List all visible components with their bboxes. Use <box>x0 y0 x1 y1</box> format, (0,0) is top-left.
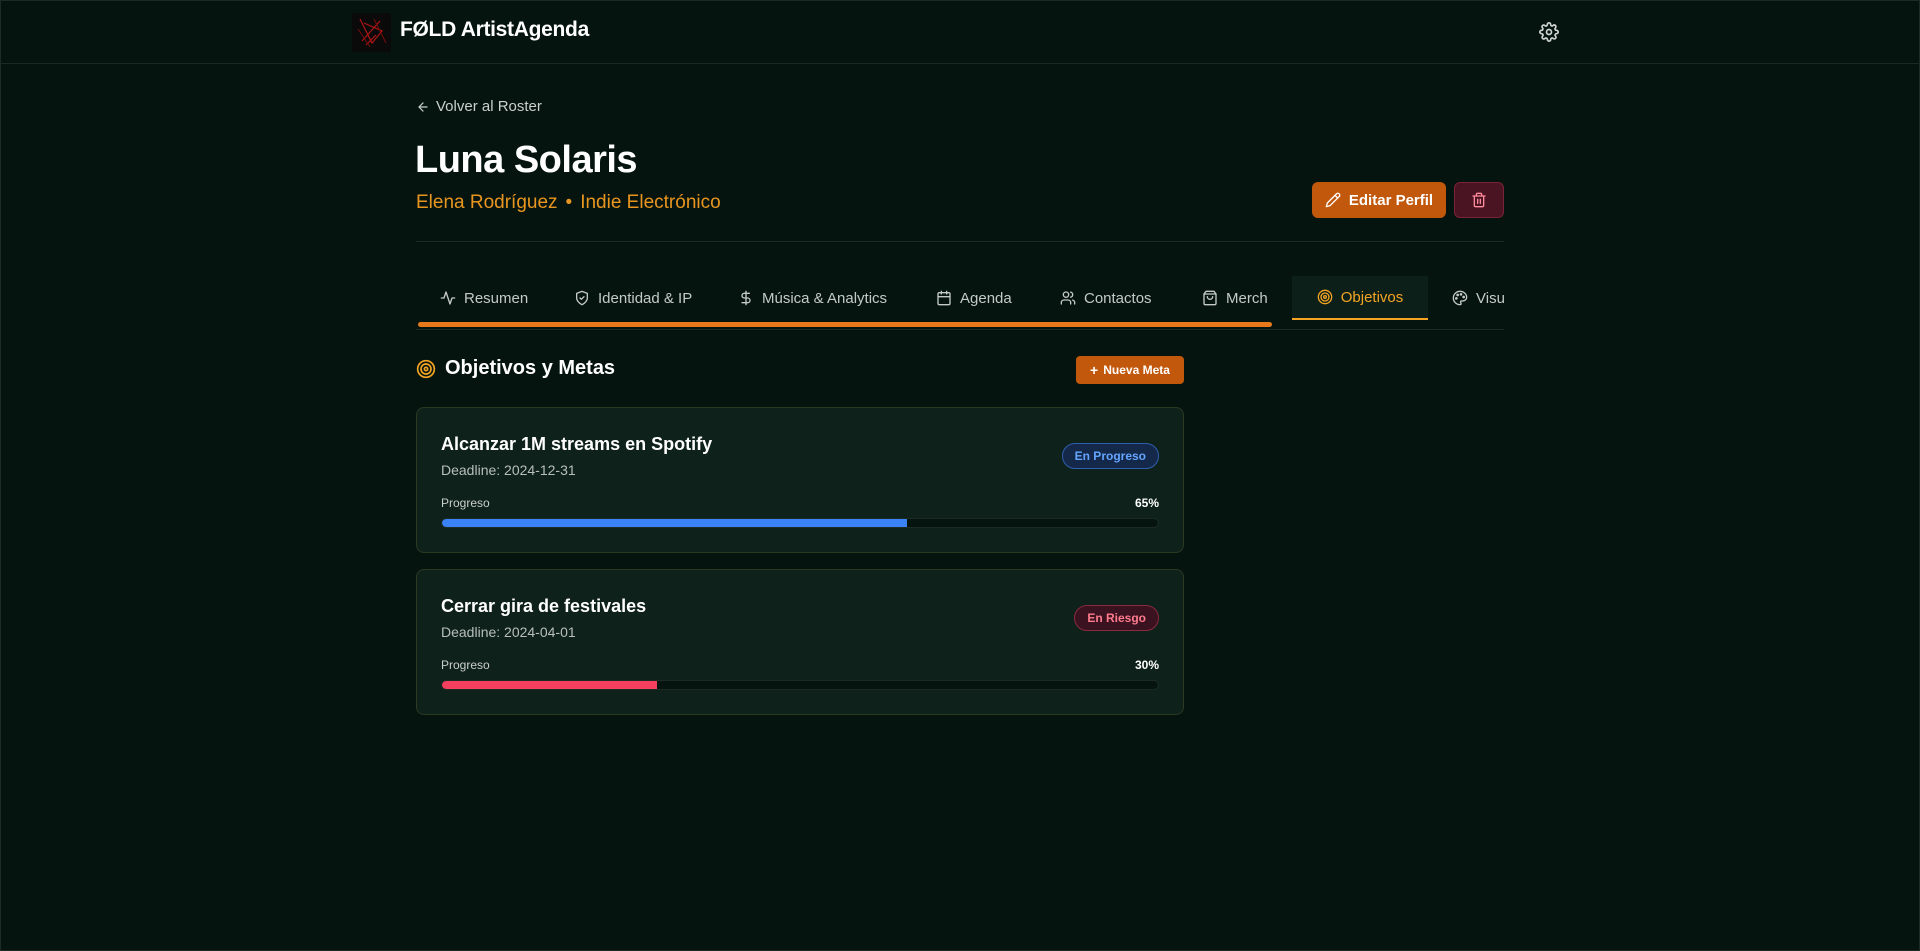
tab-label: Música & Analytics <box>762 289 888 307</box>
app-logo[interactable] <box>352 13 391 52</box>
top-bar: FØLD ArtistAgenda <box>0 0 1920 64</box>
tab-contactos[interactable]: Contactos <box>1060 276 1152 320</box>
tab-label: Merch <box>1226 289 1268 307</box>
plus-icon: + <box>1090 362 1099 378</box>
progress-value: 65% <box>1134 496 1159 510</box>
status-badge: En Progreso <box>1061 443 1159 469</box>
progress-fill <box>442 681 657 689</box>
edit-profile-button[interactable]: Editar Perfil <box>1312 182 1446 218</box>
new-goal-button[interactable]: + Nueva Meta <box>1076 356 1184 384</box>
palette-icon <box>1452 290 1468 306</box>
tab-visual[interactable]: Visu <box>1452 276 1504 320</box>
artist-name: Luna Solaris <box>415 139 638 181</box>
gear-icon <box>1539 22 1559 42</box>
calendar-icon <box>937 290 951 306</box>
shield-icon <box>576 290 588 306</box>
tab-label: Agenda <box>960 289 1012 307</box>
status-badge: En Riesgo <box>1074 605 1159 631</box>
arrow-left-icon <box>418 101 428 112</box>
artist-tabs: Resumen Identidad & IP Música & Analytic… <box>416 276 1504 330</box>
activity-icon <box>440 291 456 305</box>
artist-real-name: Elena Rodríguez <box>416 192 558 213</box>
dollar-icon <box>741 290 751 306</box>
target-icon <box>416 359 436 378</box>
settings-button[interactable] <box>1538 21 1560 43</box>
goal-title: Alcanzar 1M streams en Spotify <box>441 434 713 454</box>
goal-card[interactable]: Alcanzar 1M streams en Spotify Deadline:… <box>416 407 1184 553</box>
tab-identidad[interactable]: Identidad & IP <box>574 276 692 320</box>
tab-label: Objetivos <box>1340 288 1404 306</box>
back-to-roster-link[interactable]: Volver al Roster <box>416 98 542 115</box>
shopping-bag-icon <box>1203 290 1217 306</box>
tab-label: Identidad & IP <box>598 289 693 307</box>
subtitle-separator: • <box>565 192 573 213</box>
progress-value: 30% <box>1134 658 1159 672</box>
tab-musica-analytics[interactable]: Música & Analytics <box>738 276 887 320</box>
artist-subtitle: Elena Rodríguez • Indie Electrónico <box>416 192 721 214</box>
tab-objetivos[interactable]: Objetivos <box>1292 276 1428 320</box>
progress-label: Progreso <box>441 496 490 510</box>
tabs-scrollbar[interactable] <box>418 322 1272 327</box>
back-link-label: Volver al Roster <box>436 98 542 115</box>
section-title-text: Objetivos y Metas <box>445 357 616 379</box>
goal-title: Cerrar gira de festivales <box>441 596 647 616</box>
users-icon <box>1060 291 1076 305</box>
target-icon <box>1317 289 1333 305</box>
progress-track <box>441 518 1159 528</box>
edit-profile-label: Editar Perfil <box>1348 191 1434 209</box>
pencil-icon <box>1325 192 1341 208</box>
artist-genre: Indie Electrónico <box>580 192 721 213</box>
tab-label: Contactos <box>1084 289 1152 307</box>
tab-resumen[interactable]: Resumen <box>440 276 528 320</box>
header-divider <box>416 241 1504 242</box>
goal-card[interactable]: Cerrar gira de festivales Deadline: 2024… <box>416 569 1184 715</box>
app-title: FØLD ArtistAgenda <box>400 18 589 41</box>
progress-label: Progreso <box>441 658 490 672</box>
goal-deadline: Deadline: 2024-12-31 <box>441 462 576 478</box>
goals-section-title: Objetivos y Metas <box>416 357 615 380</box>
new-goal-label: Nueva Meta <box>1103 363 1170 377</box>
trash-icon <box>1472 192 1486 208</box>
progress-fill <box>442 519 908 527</box>
goal-deadline: Deadline: 2024-04-01 <box>441 624 576 640</box>
delete-artist-button[interactable] <box>1454 182 1504 218</box>
progress-track <box>441 680 1159 690</box>
tab-label: Resumen <box>464 289 529 307</box>
tab-agenda[interactable]: Agenda <box>936 276 1012 320</box>
tab-merch[interactable]: Merch <box>1202 276 1268 320</box>
tab-label: Visu <box>1476 289 1504 307</box>
